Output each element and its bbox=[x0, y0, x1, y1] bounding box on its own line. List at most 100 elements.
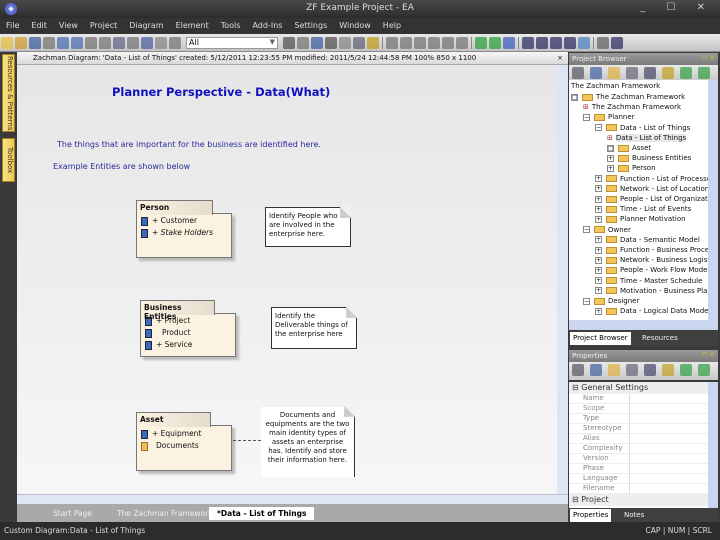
tab-resources-patterns[interactable]: Resources & Patterns bbox=[2, 54, 15, 132]
tab-start-page[interactable]: Start Page bbox=[45, 507, 100, 520]
toolbar-button-icon[interactable] bbox=[578, 37, 590, 49]
tree-vertical-scrollbar[interactable] bbox=[708, 80, 718, 320]
toolbar-button-icon[interactable] bbox=[311, 37, 323, 49]
tab-toolbox[interactable]: Toolbox bbox=[2, 138, 15, 182]
toolbar-button-icon[interactable] bbox=[386, 37, 398, 49]
toolbar-button-icon[interactable] bbox=[414, 37, 426, 49]
project-tree[interactable]: The Zachman Framework □ The Zachman Frame… bbox=[569, 80, 708, 320]
properties-scrollbar[interactable] bbox=[708, 382, 718, 508]
pin-close-icons[interactable]: ⊓ ✕ bbox=[701, 54, 715, 62]
panel-toolbar-button-icon[interactable] bbox=[572, 364, 584, 376]
toolbar-button-icon[interactable] bbox=[1, 37, 13, 49]
panel-toolbar-button-icon[interactable] bbox=[626, 67, 638, 79]
tree-node[interactable]: − Designer bbox=[583, 296, 639, 306]
toolbar-button-icon[interactable] bbox=[71, 37, 83, 49]
tree-node[interactable]: +People - List of Organizations bbox=[595, 194, 708, 204]
toolbar-button-icon[interactable] bbox=[475, 37, 487, 49]
property-row[interactable]: Complexity bbox=[569, 444, 708, 454]
expander-icon[interactable]: − bbox=[595, 124, 602, 132]
tree-node[interactable]: ⊞ The Zachman Framework bbox=[583, 102, 681, 112]
properties-grid[interactable]: ⊟ General Settings Name Scope Type Stereoty… bbox=[569, 382, 708, 508]
expander-icon[interactable]: + bbox=[595, 205, 602, 213]
panel-toolbar-button-icon[interactable] bbox=[644, 67, 656, 79]
expander-icon[interactable]: + bbox=[607, 154, 614, 162]
toolbar-button-icon[interactable] bbox=[367, 37, 379, 49]
toolbar-button-icon[interactable] bbox=[442, 37, 454, 49]
tab-properties[interactable]: Properties bbox=[570, 509, 612, 522]
tree-node[interactable]: +Function - Business Process Model bbox=[595, 245, 708, 255]
menu-view[interactable]: View bbox=[53, 18, 84, 30]
close-diagram-icon[interactable]: × bbox=[557, 54, 563, 62]
expander-icon[interactable]: + bbox=[595, 236, 602, 244]
tree-horizontal-scrollbar[interactable] bbox=[569, 320, 718, 330]
panel-toolbar-button-icon[interactable] bbox=[698, 67, 710, 79]
expander-icon[interactable]: − bbox=[583, 226, 590, 234]
toolbar-button-icon[interactable] bbox=[325, 37, 337, 49]
tree-node[interactable]: + Person bbox=[607, 163, 656, 173]
tree-node[interactable]: + Data - Semantic Model bbox=[595, 235, 700, 245]
property-row[interactable]: Alias bbox=[569, 434, 708, 444]
toolbar-button-icon[interactable] bbox=[456, 37, 468, 49]
expander-icon[interactable]: + bbox=[595, 256, 602, 264]
diagram-canvas[interactable]: Planner Perspective - Data(What) The thi… bbox=[17, 65, 557, 507]
toolbar-button-icon[interactable] bbox=[428, 37, 440, 49]
panel-toolbar-button-icon[interactable] bbox=[680, 67, 692, 79]
expander-icon[interactable]: − bbox=[583, 297, 590, 305]
menu-edit[interactable]: Edit bbox=[25, 18, 53, 30]
toolbar-button-icon[interactable] bbox=[29, 37, 41, 49]
tab-notes[interactable]: Notes bbox=[621, 509, 647, 522]
toolbar-button-icon[interactable] bbox=[283, 37, 295, 49]
group-general-settings[interactable]: ⊟ General Settings bbox=[569, 382, 708, 394]
property-row[interactable]: Filename bbox=[569, 484, 708, 494]
menu-settings[interactable]: Settings bbox=[288, 18, 333, 30]
tree-node[interactable]: + Business Entities bbox=[607, 153, 691, 163]
tab-data-list-of-things[interactable]: *Data - List of Things bbox=[209, 507, 315, 520]
toolbar-button-icon[interactable] bbox=[503, 37, 515, 49]
menu-help[interactable]: Help bbox=[377, 18, 407, 30]
expander-icon[interactable]: + bbox=[595, 277, 602, 285]
tree-node[interactable]: + Motivation - Business Plan bbox=[595, 286, 708, 296]
menu-project[interactable]: Project bbox=[84, 18, 123, 30]
expander-icon[interactable]: + bbox=[595, 287, 602, 295]
tree-node[interactable]: + Time - Master Schedule bbox=[595, 276, 702, 286]
menu-file[interactable]: File bbox=[0, 18, 25, 30]
property-row[interactable]: Name bbox=[569, 394, 708, 404]
tree-node[interactable]: + Planner Motivation bbox=[595, 214, 686, 224]
tree-node[interactable]: +Network - Business Logistics System bbox=[595, 255, 708, 265]
note-asset[interactable]: Documents and equipments are the two mai… bbox=[261, 407, 355, 477]
class-asset[interactable]: Asset + Equipment Documents bbox=[136, 412, 232, 471]
toolbar-button-icon[interactable] bbox=[43, 37, 55, 49]
menu-add-ins[interactable]: Add-Ins bbox=[246, 18, 288, 30]
panel-toolbar-button-icon[interactable] bbox=[698, 364, 710, 376]
expander-icon[interactable]: + bbox=[595, 215, 602, 223]
toolbar-button-icon[interactable] bbox=[489, 37, 501, 49]
toolbar-button-icon[interactable] bbox=[141, 37, 153, 49]
toolbar-button-icon[interactable] bbox=[353, 37, 365, 49]
menu-diagram[interactable]: Diagram bbox=[123, 18, 169, 30]
panel-toolbar-button-icon[interactable] bbox=[644, 364, 656, 376]
tree-node[interactable]: − Owner bbox=[583, 225, 631, 235]
toolbar-button-icon[interactable] bbox=[611, 37, 623, 49]
panel-toolbar-button-icon[interactable] bbox=[626, 364, 638, 376]
toolbar-button-icon[interactable] bbox=[169, 37, 181, 49]
panel-toolbar-button-icon[interactable] bbox=[590, 364, 602, 376]
menu-window[interactable]: Window bbox=[333, 18, 377, 30]
expander-icon[interactable]: + bbox=[595, 175, 602, 183]
toolbar-button-icon[interactable] bbox=[85, 37, 97, 49]
panel-toolbar-button-icon[interactable] bbox=[608, 67, 620, 79]
toolbar-button-icon[interactable] bbox=[57, 37, 69, 49]
pin-close-icons[interactable]: ⊓ ✕ bbox=[701, 351, 715, 359]
toolbar-button-icon[interactable] bbox=[155, 37, 167, 49]
note-business-entities[interactable]: Identify the Deliverable things of the e… bbox=[271, 307, 357, 349]
group-project[interactable]: ⊟ Project bbox=[569, 494, 708, 506]
expander-icon[interactable]: + bbox=[595, 195, 602, 203]
tree-node[interactable]: □ Asset bbox=[607, 143, 651, 153]
property-row[interactable]: Version bbox=[569, 454, 708, 464]
expander-icon[interactable]: □ bbox=[571, 93, 578, 101]
panel-toolbar-button-icon[interactable] bbox=[662, 364, 674, 376]
tab-zachman-framework[interactable]: The Zachman Framework bbox=[109, 507, 221, 520]
note-person[interactable]: Identify People who are involved in the … bbox=[265, 207, 351, 247]
expander-icon[interactable]: + bbox=[595, 185, 602, 193]
property-row[interactable]: Scope bbox=[569, 404, 708, 414]
menu-tools[interactable]: Tools bbox=[215, 18, 247, 30]
